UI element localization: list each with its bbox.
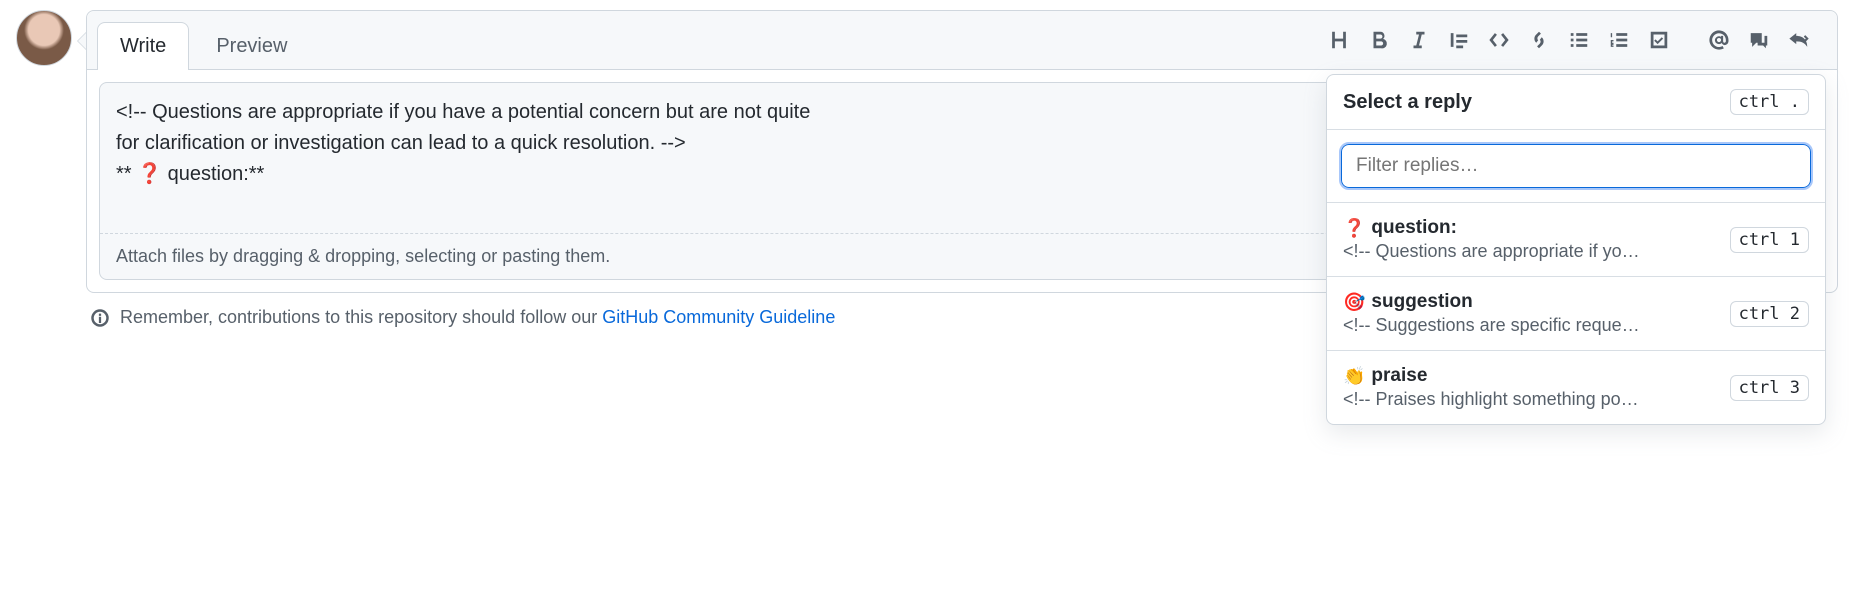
mention-button[interactable] [1701, 22, 1737, 58]
community-guidelines-link[interactable]: GitHub Community Guideline [602, 307, 835, 327]
list-ul-icon [1568, 29, 1590, 51]
code-icon [1488, 29, 1510, 51]
tab-write[interactable]: Write [97, 22, 189, 70]
avatar[interactable] [16, 10, 72, 66]
comment-box-caret [77, 32, 86, 50]
reply-icon [1788, 29, 1810, 51]
at-icon [1708, 29, 1730, 51]
bold-button[interactable] [1361, 22, 1397, 58]
info-icon [90, 308, 110, 328]
link-icon [1528, 29, 1550, 51]
reply-item-suggestion[interactable]: 🎯 suggestion <!-- Suggestions are specif… [1327, 277, 1825, 351]
popover-title: Select a reply [1343, 91, 1472, 114]
reply-item-question[interactable]: ❓ question: <!-- Questions are appropria… [1327, 203, 1825, 277]
reply-shortcut: ctrl 3 [1730, 375, 1809, 401]
heading-button[interactable] [1321, 22, 1357, 58]
ordered-list-button[interactable] [1601, 22, 1637, 58]
reply-sub: <!-- Suggestions are specific reque… [1343, 315, 1718, 336]
heading-icon [1328, 29, 1350, 51]
reply-shortcut: ctrl 1 [1730, 227, 1809, 253]
task-list-button[interactable] [1641, 22, 1677, 58]
code-button[interactable] [1481, 22, 1517, 58]
bold-icon [1368, 29, 1390, 51]
tab-bar: Write Preview [87, 11, 1837, 70]
unordered-list-button[interactable] [1561, 22, 1597, 58]
footer-text: Remember, contributions to this reposito… [120, 307, 602, 327]
saved-replies-popover: Select a reply ctrl . ❓ question: <!-- Q… [1326, 74, 1826, 425]
filter-replies-input[interactable] [1341, 144, 1811, 188]
link-button[interactable] [1521, 22, 1557, 58]
question-mark-icon: ❓ [1343, 218, 1365, 239]
reply-shortcut: ctrl 2 [1730, 301, 1809, 327]
reply-sub: <!-- Questions are appropriate if yo… [1343, 241, 1718, 262]
quote-icon [1448, 29, 1470, 51]
formatting-toolbar [1321, 22, 1827, 68]
saved-replies-button[interactable] [1781, 22, 1817, 58]
quote-button[interactable] [1441, 22, 1477, 58]
clap-icon: 👏 [1343, 366, 1365, 387]
reply-list: ❓ question: <!-- Questions are appropria… [1327, 203, 1825, 424]
target-icon: 🎯 [1343, 292, 1365, 313]
reference-button[interactable] [1741, 22, 1777, 58]
italic-icon [1408, 29, 1430, 51]
reply-sub: <!-- Praises highlight something po… [1343, 389, 1718, 410]
list-ol-icon [1608, 29, 1630, 51]
popover-shortcut: ctrl . [1730, 89, 1809, 115]
reply-item-praise[interactable]: 👏 praise <!-- Praises highlight somethin… [1327, 351, 1825, 424]
tab-preview[interactable]: Preview [193, 22, 310, 70]
italic-button[interactable] [1401, 22, 1437, 58]
cross-reference-icon [1748, 29, 1770, 51]
tasklist-icon [1648, 29, 1670, 51]
